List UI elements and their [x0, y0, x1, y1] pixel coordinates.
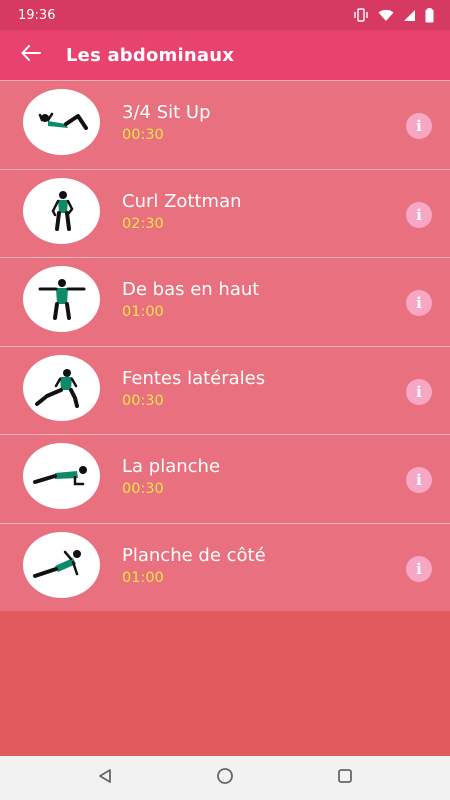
exercise-row[interactable]: La planche 00:30 i: [0, 434, 450, 523]
wifi-icon: [378, 9, 394, 22]
info-button[interactable]: i: [406, 201, 432, 228]
info-icon: i: [416, 205, 422, 224]
status-bar: 19:36: [0, 0, 450, 30]
exercise-duration: 01:00: [122, 304, 164, 320]
exercise-thumbnail: [23, 89, 100, 155]
curl-figure-icon: [51, 190, 73, 231]
exercise-row[interactable]: De bas en haut 01:00 i: [0, 257, 450, 346]
exercise-duration: 02:30: [122, 215, 164, 232]
exercise-thumbnail: [23, 531, 100, 598]
nav-home-button[interactable]: [205, 758, 245, 798]
exercise-row[interactable]: Planche de côté 01:00 i: [0, 522, 450, 612]
exercise-thumbnail: [23, 443, 100, 509]
exercise-row[interactable]: Curl Zottman 02:30 i: [0, 168, 450, 258]
exercise-row[interactable]: Fentes latérales 00:30 i: [0, 345, 450, 435]
info-button[interactable]: i: [406, 290, 432, 316]
triangle-back-icon: [97, 768, 113, 788]
exercise-duration: 00:30: [122, 481, 164, 497]
exercise-name: Curl Zottman: [122, 190, 242, 212]
exercise-thumbnail: [23, 266, 100, 332]
exercise-list: 3/4 Sit Up 00:30 i Curl Zottman 02:30 i: [0, 80, 450, 611]
system-nav-bar: [0, 756, 450, 800]
circle-home-icon: [216, 767, 234, 789]
info-icon: i: [416, 382, 422, 401]
plank-figure-icon: [32, 466, 87, 486]
exercise-thumbnail: [23, 177, 100, 244]
status-time: 19:36: [18, 7, 56, 23]
info-icon: i: [416, 294, 422, 312]
status-icons: [353, 7, 434, 23]
vibrate-icon: [353, 8, 369, 22]
info-button[interactable]: i: [406, 555, 432, 582]
arms-figure-icon: [38, 279, 85, 320]
lunge-figure-icon: [34, 368, 79, 408]
nav-back-button[interactable]: [85, 758, 125, 798]
info-button[interactable]: i: [406, 467, 432, 493]
exercise-name: Planche de côté: [122, 544, 266, 566]
empty-area: [0, 611, 450, 756]
exercise-name: La planche: [122, 456, 221, 477]
square-recents-icon: [337, 768, 353, 788]
exercise-name: 3/4 Sit Up: [122, 102, 211, 123]
exercise-thumbnail: [23, 354, 100, 421]
arrow-left-icon: [21, 45, 41, 65]
exercise-duration: 00:30: [122, 127, 164, 143]
exercise-row[interactable]: 3/4 Sit Up 00:30 i: [0, 80, 450, 169]
back-button[interactable]: [3, 30, 59, 80]
exercise-name: De bas en haut: [122, 279, 260, 300]
exercise-duration: 01:00: [122, 569, 164, 586]
situp-figure-icon: [38, 112, 88, 130]
battery-icon: [425, 7, 434, 23]
info-icon: i: [416, 559, 422, 578]
exercise-name: Fentes latérales: [122, 367, 266, 389]
exercise-duration: 00:30: [122, 392, 164, 409]
app-bar: Les abdominaux: [0, 30, 450, 80]
page-title: Les abdominaux: [66, 44, 235, 66]
side-plank-figure-icon: [32, 549, 81, 578]
signal-icon: [403, 9, 416, 22]
info-icon: i: [416, 471, 422, 489]
info-icon: i: [416, 117, 422, 135]
nav-recents-button[interactable]: [325, 758, 365, 798]
info-button[interactable]: i: [406, 378, 432, 405]
info-button[interactable]: i: [406, 113, 432, 139]
